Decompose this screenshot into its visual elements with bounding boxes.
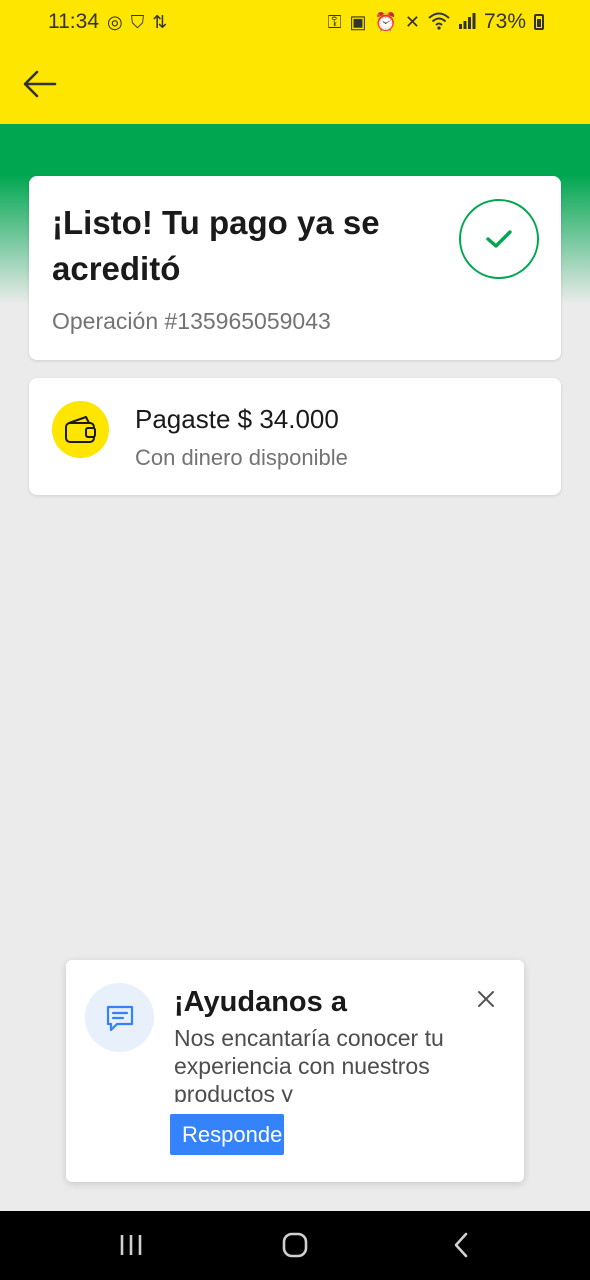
chat-icon: [106, 1005, 133, 1031]
back-button[interactable]: [20, 64, 60, 104]
key-icon: ⚿: [327, 12, 342, 32]
payment-detail-card: Pagaste $ 34.000 Con dinero disponible: [29, 378, 561, 495]
status-right: ⚿ ▣ ⏰ ✕ 73%: [328, 10, 544, 34]
alarm-icon: ⏰: [374, 12, 397, 32]
survey-close-button[interactable]: [471, 984, 501, 1014]
wallet-avatar: [52, 401, 109, 458]
whatsapp-icon: ◎: [107, 12, 123, 32]
success-card: ¡Listo! Tu pago ya se acreditó Operación…: [29, 176, 561, 360]
shield-icon: ⛉: [130, 12, 145, 32]
signal-icon: [458, 12, 476, 32]
status-time: 11:34: [48, 10, 99, 33]
wifi-icon: [428, 12, 450, 33]
survey-body: Nos encantaría conocer tu experiencia co…: [174, 1025, 444, 1102]
survey-popup: ¡Ayudanos a Nos encantaría conocer tu ex…: [66, 960, 524, 1182]
close-icon: [478, 991, 494, 1007]
payment-amount: Pagaste $ 34.000: [135, 404, 339, 434]
battery-percent: 73%: [483, 10, 526, 33]
battery-icon: [534, 14, 544, 30]
system-back-button[interactable]: [441, 1225, 481, 1265]
home-button[interactable]: [275, 1225, 315, 1265]
wallet-icon: [64, 415, 96, 443]
payment-method: Con dinero disponible: [135, 445, 348, 470]
operation-number: Operación #135965059043: [52, 308, 331, 334]
recents-button[interactable]: [111, 1225, 151, 1265]
home-icon: [282, 1232, 308, 1258]
arrow-left-icon: [23, 70, 57, 98]
android-nav-bar: [0, 1211, 590, 1280]
survey-title: ¡Ayudanos a: [174, 986, 347, 1018]
status-bar: 11:34 ◎ ⛉ ⇅ ⚿ ▣ ⏰ ✕ 73%: [0, 0, 590, 44]
status-left: 11:34 ◎ ⛉ ⇅: [48, 10, 167, 34]
lock-icon: ▣: [349, 12, 367, 32]
mute-icon: ✕: [404, 12, 420, 32]
recents-icon: [120, 1235, 142, 1255]
success-status-circle: [459, 199, 539, 279]
back-chevron-icon: [454, 1232, 468, 1258]
app-header: [0, 44, 590, 124]
success-title: ¡Listo! Tu pago ya se acreditó: [52, 204, 380, 287]
survey-icon-avatar: [85, 983, 154, 1052]
check-icon: [486, 230, 512, 248]
sync-icon: ⇅: [152, 12, 168, 32]
survey-respond-button[interactable]: Responde: [170, 1114, 284, 1155]
